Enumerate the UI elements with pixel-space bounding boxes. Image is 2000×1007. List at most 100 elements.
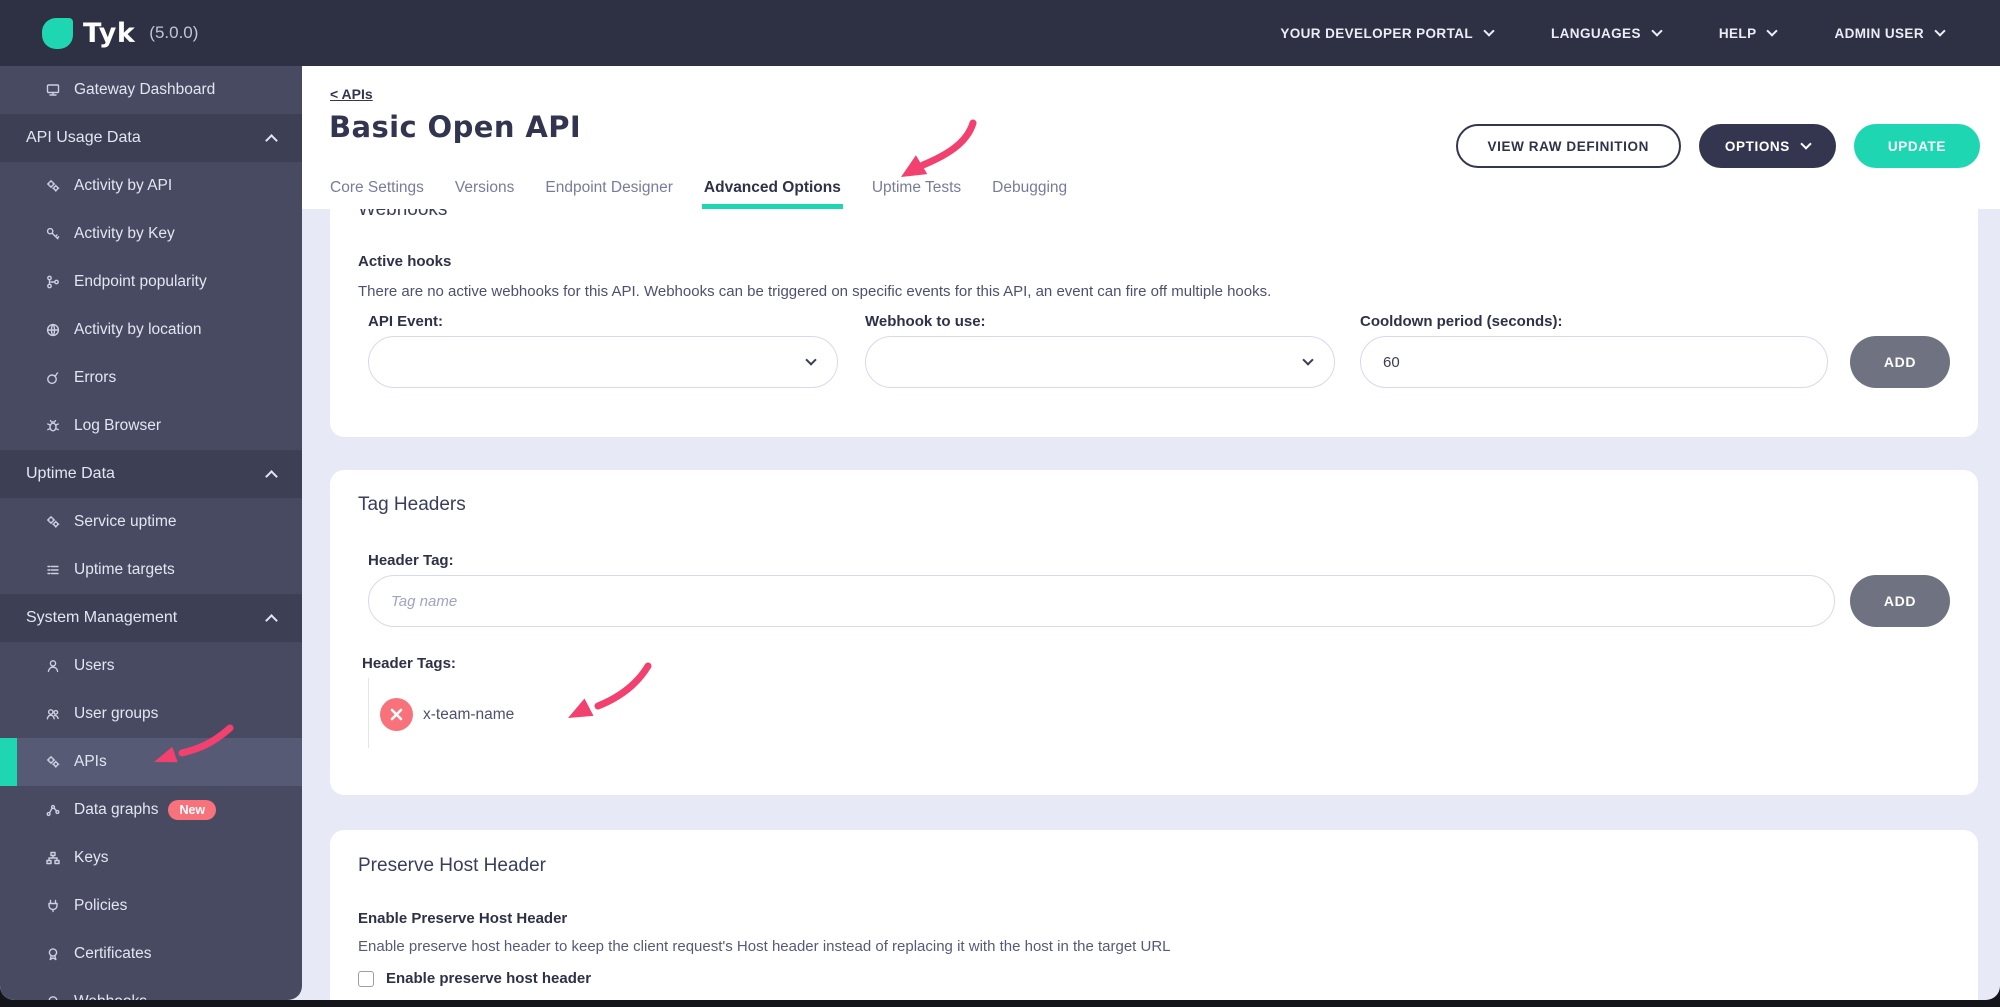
update-button[interactable]: UPDATE <box>1854 124 1980 168</box>
options-button[interactable]: OPTIONS <box>1699 124 1836 168</box>
tab-core-settings[interactable]: Core Settings <box>330 179 424 209</box>
preserve-title: Preserve Host Header <box>358 855 546 877</box>
preserve-checkbox-row: Enable preserve host header <box>358 970 591 987</box>
top-menu-label: LANGUAGES <box>1551 26 1641 41</box>
plug-icon <box>45 898 61 914</box>
view-raw-definition-button[interactable]: VIEW RAW DEFINITION <box>1456 124 1681 168</box>
chevron-down-icon <box>1934 25 1945 36</box>
sidebar-item-keys[interactable]: Keys <box>0 834 302 882</box>
graph-icon <box>45 802 61 818</box>
sidebar-item-label: Errors <box>74 369 116 387</box>
sidebar-item-service-uptime[interactable]: Service uptime <box>0 498 302 546</box>
sidebar-nav: Gateway DashboardAPI Usage DataActivity … <box>0 66 302 1000</box>
header-actions: VIEW RAW DEFINITION OPTIONS UPDATE <box>1456 124 1980 168</box>
webhooks-empty-message: There are no active webhooks for this AP… <box>358 283 1271 300</box>
sidebar-item-label: Policies <box>74 897 127 915</box>
close-icon <box>390 708 403 721</box>
cooldown-period-input[interactable] <box>1360 336 1828 388</box>
sidebar-section-label: System Management <box>26 609 177 627</box>
options-label: OPTIONS <box>1725 139 1790 154</box>
sidebar-item-endpoint-popularity[interactable]: Endpoint popularity <box>0 258 302 306</box>
sidebar-item-webhooks[interactable]: Webhooks <box>0 978 302 1000</box>
tab-endpoint-designer[interactable]: Endpoint Designer <box>545 179 673 209</box>
active-hooks-label: Active hooks <box>358 253 451 270</box>
webhook-to-use-label: Webhook to use: <box>865 313 986 330</box>
version-label: (5.0.0) <box>149 23 198 43</box>
header-tag-input[interactable] <box>368 575 1835 627</box>
tab-uptime-tests[interactable]: Uptime Tests <box>872 179 961 209</box>
brand-name: Tyk <box>83 18 135 49</box>
top-menu-languages[interactable]: LANGUAGES <box>1551 26 1661 41</box>
webhook-add-button[interactable]: ADD <box>1850 336 1950 388</box>
bomb-icon <box>45 370 61 386</box>
breadcrumb-apis[interactable]: < APIs <box>330 86 373 102</box>
webhooks-card: Webhooks Active hooks There are no activ… <box>330 209 1978 437</box>
users-icon <box>45 706 61 722</box>
sidebar-item-data-graphs[interactable]: Data graphs New <box>0 786 302 834</box>
page-title: Basic Open API <box>329 110 581 144</box>
bell-icon <box>45 994 61 1000</box>
screen: Tyk (5.0.0) YOUR DEVELOPER PORTAL LANGUAG… <box>0 0 2000 1007</box>
sidebar-item-label: Log Browser <box>74 417 161 435</box>
sidebar-item-uptime-targets[interactable]: Uptime targets <box>0 546 302 594</box>
sidebar-item-activity-by-location[interactable]: Activity by location <box>0 306 302 354</box>
preserve-checkbox[interactable] <box>358 971 374 987</box>
webhook-to-use-select[interactable] <box>865 336 1335 388</box>
sidebar-item-label: Endpoint popularity <box>74 273 207 291</box>
cooldown-period-label: Cooldown period (seconds): <box>1360 313 1563 330</box>
new-badge: New <box>168 800 216 820</box>
sidebar-item-gateway-dashboard[interactable]: Gateway Dashboard <box>0 66 302 114</box>
sidebar-item-activity-by-api[interactable]: Activity by API <box>0 162 302 210</box>
tag-add-button[interactable]: ADD <box>1850 575 1950 627</box>
top-menu-your-developer-portal[interactable]: YOUR DEVELOPER PORTAL <box>1280 26 1493 41</box>
sidebar-item-label: Data graphs <box>74 801 158 819</box>
cogs-icon <box>45 178 61 194</box>
tyk-logo[interactable]: Tyk (5.0.0) <box>0 18 198 49</box>
sidebar-section-uptime-data[interactable]: Uptime Data <box>0 450 302 498</box>
sidebar-section-label: Uptime Data <box>26 465 115 483</box>
sidebar-item-label: Activity by location <box>74 321 202 339</box>
header-tag-chip-x-team-name: x-team-name <box>380 698 514 731</box>
tab-advanced-options[interactable]: Advanced Options <box>704 179 841 209</box>
chevron-up-icon <box>265 470 278 483</box>
sidebar-item-label: Service uptime <box>74 513 177 531</box>
sidebar-item-errors[interactable]: Errors <box>0 354 302 402</box>
sidebar-section-api-usage-data[interactable]: API Usage Data <box>0 114 302 162</box>
sidebar-item-log-browser[interactable]: Log Browser <box>0 402 302 450</box>
certificate-icon <box>45 946 61 962</box>
globe-icon <box>45 322 61 338</box>
sidebar-item-label: Certificates <box>74 945 152 963</box>
sidebar-item-apis[interactable]: APIs <box>0 738 302 786</box>
sidebar-item-activity-by-key[interactable]: Activity by Key <box>0 210 302 258</box>
sidebar-item-users[interactable]: Users <box>0 642 302 690</box>
preserve-description: Enable preserve host header to keep the … <box>358 938 1171 955</box>
tag-list-rule <box>368 678 369 748</box>
sidebar-item-user-groups[interactable]: User groups <box>0 690 302 738</box>
user-icon <box>45 658 61 674</box>
tab-debugging[interactable]: Debugging <box>992 179 1067 209</box>
tyk-leaf-icon <box>42 18 73 49</box>
sidebar-item-label: Activity by Key <box>74 225 175 243</box>
sidebar-item-certificates[interactable]: Certificates <box>0 930 302 978</box>
tag-headers-card: Tag Headers Header Tag: ADD Header Tags:… <box>330 470 1978 795</box>
enable-preserve-label: Enable Preserve Host Header <box>358 910 567 927</box>
top-menus: YOUR DEVELOPER PORTAL LANGUAGES HELP ADMIN … <box>1280 26 2000 41</box>
top-bar: Tyk (5.0.0) YOUR DEVELOPER PORTAL LANGUAG… <box>0 0 2000 66</box>
monitor-icon <box>45 82 61 98</box>
sidebar-section-system-management[interactable]: System Management <box>0 594 302 642</box>
chevron-down-icon <box>1651 25 1662 36</box>
top-menu-label: YOUR DEVELOPER PORTAL <box>1280 26 1473 41</box>
remove-tag-button[interactable] <box>380 698 413 731</box>
top-menu-help[interactable]: HELP <box>1719 26 1777 41</box>
header-tag-label: Header Tag: <box>368 552 454 569</box>
bug-icon <box>45 418 61 434</box>
tag-name: x-team-name <box>423 706 514 724</box>
tab-versions[interactable]: Versions <box>455 179 514 209</box>
sidebar-item-label: Gateway Dashboard <box>74 81 215 99</box>
tag-headers-title: Tag Headers <box>358 494 466 516</box>
cogs-icon <box>45 754 61 770</box>
sidebar-item-policies[interactable]: Policies <box>0 882 302 930</box>
top-menu-admin-user[interactable]: ADMIN USER <box>1834 26 1944 41</box>
api-event-select[interactable] <box>368 336 838 388</box>
sidebar-item-label: Users <box>74 657 114 675</box>
